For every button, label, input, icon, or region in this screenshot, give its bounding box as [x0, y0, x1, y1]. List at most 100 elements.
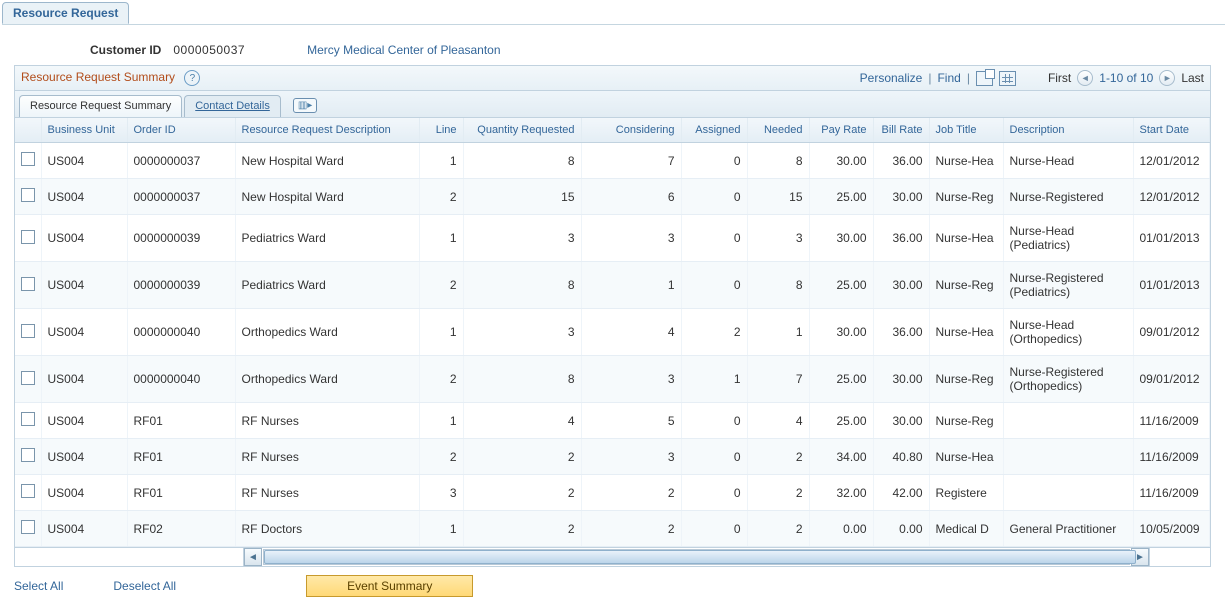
- cell-line: 2: [419, 179, 463, 215]
- cell-description: [1003, 403, 1133, 439]
- col-order-id[interactable]: Order ID: [127, 118, 235, 143]
- cell-qty: 3: [463, 215, 581, 262]
- cell-job-title: Nurse-Reg: [929, 179, 1003, 215]
- cell-description: Nurse-Registered (Pediatrics): [1003, 262, 1133, 309]
- col-considering[interactable]: Considering: [581, 118, 681, 143]
- customer-row: Customer ID 0000050037 Mercy Medical Cen…: [90, 43, 1225, 57]
- cell-qty: 2: [463, 475, 581, 511]
- page-tab-resource-request[interactable]: Resource Request: [2, 2, 129, 24]
- col-bill-rate[interactable]: Bill Rate: [873, 118, 929, 143]
- row-checkbox[interactable]: [21, 188, 35, 202]
- cell-bill-rate: 30.00: [873, 179, 929, 215]
- row-count[interactable]: 1-10 of 10: [1099, 71, 1153, 85]
- cell-extra: [1209, 262, 1210, 309]
- cell-line: 1: [419, 309, 463, 356]
- expand-all-icon[interactable]: ▥▸: [293, 98, 317, 113]
- col-pay-rate[interactable]: Pay Rate: [809, 118, 873, 143]
- row-checkbox[interactable]: [21, 277, 35, 291]
- col-job-title[interactable]: Job Title: [929, 118, 1003, 143]
- row-checkbox[interactable]: [21, 324, 35, 338]
- cell-description: [1003, 475, 1133, 511]
- cell-pay-rate: 32.00: [809, 475, 873, 511]
- cell-order-id: RF02: [127, 511, 235, 547]
- cell-line: 3: [419, 475, 463, 511]
- cell-job-title: Nurse-Reg: [929, 403, 1003, 439]
- cell-select: [15, 475, 41, 511]
- cell-start-date: 11/16/2009: [1133, 475, 1209, 511]
- cell-order-id: 0000000039: [127, 215, 235, 262]
- cell-pay-rate: 0.00: [809, 511, 873, 547]
- cell-start-date: 09/01/2012: [1133, 309, 1209, 356]
- horizontal-scrollbar[interactable]: ◄ ►: [14, 548, 1211, 567]
- col-extra: [1209, 118, 1210, 143]
- deselect-all-link[interactable]: Deselect All: [113, 579, 176, 593]
- cell-pay-rate: 25.00: [809, 403, 873, 439]
- cell-pay-rate: 25.00: [809, 179, 873, 215]
- row-checkbox[interactable]: [21, 230, 35, 244]
- col-line[interactable]: Line: [419, 118, 463, 143]
- cell-order-id: 0000000037: [127, 179, 235, 215]
- row-checkbox[interactable]: [21, 412, 35, 426]
- event-summary-button[interactable]: Event Summary: [306, 575, 473, 597]
- cell-needed: 4: [747, 403, 809, 439]
- cell-job-title: Medical D: [929, 511, 1003, 547]
- scroll-thumb[interactable]: [264, 550, 1136, 564]
- summary-bar: Resource Request Summary ? Personalize |…: [14, 65, 1211, 91]
- cell-description: Nurse-Head (Orthopedics): [1003, 309, 1133, 356]
- cell-select: [15, 511, 41, 547]
- zoom-icon[interactable]: [976, 71, 993, 86]
- cell-resource-description: RF Doctors: [235, 511, 419, 547]
- nav-first-label: First: [1048, 71, 1071, 85]
- help-icon[interactable]: ?: [184, 70, 200, 86]
- cell-resource-description: New Hospital Ward: [235, 143, 419, 179]
- col-assigned[interactable]: Assigned: [681, 118, 747, 143]
- row-checkbox[interactable]: [21, 448, 35, 462]
- col-start-date[interactable]: Start Date: [1133, 118, 1209, 143]
- cell-extra: [1209, 356, 1210, 403]
- row-checkbox[interactable]: [21, 152, 35, 166]
- cell-assigned: 0: [681, 215, 747, 262]
- next-page-icon[interactable]: ►: [1159, 70, 1175, 86]
- cell-bill-rate: 36.00: [873, 215, 929, 262]
- cell-pay-rate: 34.00: [809, 439, 873, 475]
- cell-needed: 2: [747, 511, 809, 547]
- select-all-link[interactable]: Select All: [14, 579, 63, 593]
- cell-bill-rate: 30.00: [873, 262, 929, 309]
- personalize-link[interactable]: Personalize: [860, 71, 923, 85]
- col-resource-description[interactable]: Resource Request Description: [235, 118, 419, 143]
- table-row: US0040000000040Orthopedics Ward2831725.0…: [15, 356, 1210, 403]
- row-checkbox[interactable]: [21, 484, 35, 498]
- tab-contact-details[interactable]: Contact Details: [184, 95, 281, 117]
- cell-select: [15, 356, 41, 403]
- row-checkbox[interactable]: [21, 371, 35, 385]
- cell-considering: 3: [581, 356, 681, 403]
- cell-description: Nurse-Head: [1003, 143, 1133, 179]
- col-qty-requested[interactable]: Quantity Requested: [463, 118, 581, 143]
- cell-bill-rate: 42.00: [873, 475, 929, 511]
- row-checkbox[interactable]: [21, 520, 35, 534]
- cell-job-title: Nurse-Hea: [929, 309, 1003, 356]
- subtab-row: Resource Request Summary Contact Details…: [14, 91, 1211, 118]
- cell-select: [15, 143, 41, 179]
- cell-considering: 3: [581, 215, 681, 262]
- prev-page-icon[interactable]: ◄: [1077, 70, 1093, 86]
- col-description[interactable]: Description: [1003, 118, 1133, 143]
- cell-select: [15, 179, 41, 215]
- cell-job-title: Nurse-Hea: [929, 215, 1003, 262]
- cell-qty: 2: [463, 511, 581, 547]
- cell-qty: 15: [463, 179, 581, 215]
- tab-resource-request-summary[interactable]: Resource Request Summary: [19, 95, 182, 117]
- cell-start-date: 09/01/2012: [1133, 356, 1209, 403]
- scroll-track[interactable]: [263, 549, 1130, 565]
- find-link[interactable]: Find: [937, 71, 960, 85]
- cell-line: 2: [419, 439, 463, 475]
- cell-considering: 5: [581, 403, 681, 439]
- cell-assigned: 0: [681, 179, 747, 215]
- cell-job-title: Registere: [929, 475, 1003, 511]
- col-needed[interactable]: Needed: [747, 118, 809, 143]
- download-icon[interactable]: [999, 71, 1016, 86]
- cell-select: [15, 262, 41, 309]
- scroll-left-icon[interactable]: ◄: [244, 548, 262, 566]
- cell-line: 1: [419, 215, 463, 262]
- col-business-unit[interactable]: Business Unit: [41, 118, 127, 143]
